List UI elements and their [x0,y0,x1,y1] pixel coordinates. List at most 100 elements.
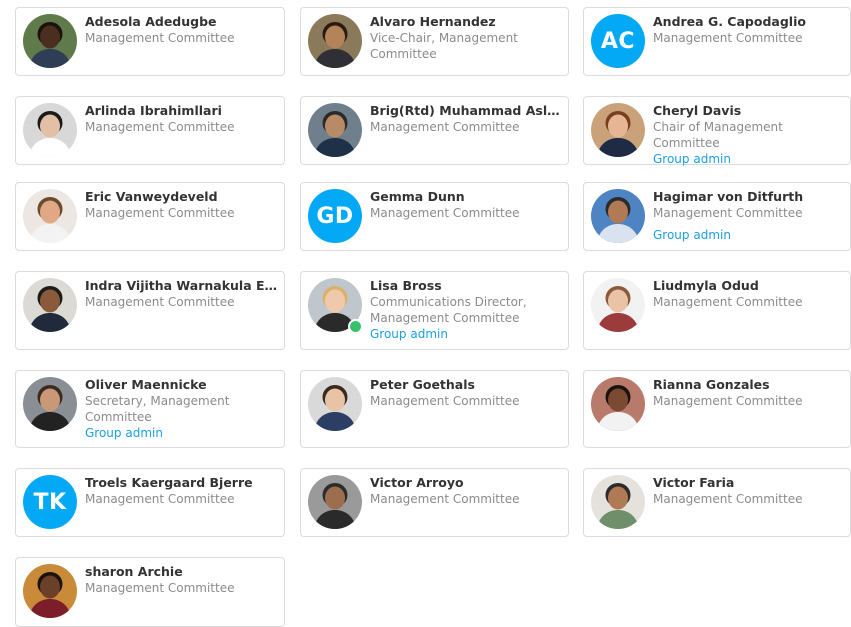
member-card[interactable]: Alvaro Hernandez Vice-Chair, Management C… [300,7,569,76]
member-info: Alvaro Hernandez Vice-Chair, Management C… [370,14,564,62]
member-info: Victor Arroyo Management Committee [370,475,564,507]
member-role: Management Committee [370,120,520,134]
member-avatar[interactable] [23,14,77,68]
member-role: Management Committee [370,206,520,220]
avatar-initials-text: GD [316,203,354,229]
member-card[interactable]: AC Andrea G. Capodaglio Management Committ… [583,7,851,76]
member-avatar[interactable] [591,278,645,332]
group-admin-badge: Group admin [653,152,731,166]
member-card[interactable]: GD Gemma Dunn Management Committee [300,182,569,251]
member-name[interactable]: Liudmyla Odud [653,278,846,294]
member-name[interactable]: sharon Archie [85,564,280,580]
member-info: Eric Vanweydeveld Management Committee [85,189,280,221]
member-card[interactable]: Arlinda Ibrahimllari Management Committee [15,96,285,165]
member-name[interactable]: Victor Arroyo [370,475,564,491]
member-role: Management Committee [85,492,235,506]
member-card[interactable]: Victor Faria Management Committee [583,468,851,537]
member-name[interactable]: Adesola Adedugbe [85,14,280,30]
member-role: Management Committee [370,492,520,506]
member-card[interactable]: Victor Arroyo Management Committee [300,468,569,537]
member-avatar-initials[interactable]: AC [591,14,645,68]
member-name[interactable]: Oliver Maennicke [85,377,280,393]
member-role: Secretary, Management Committee [85,394,230,424]
avatar-initials-text: AC [600,28,636,54]
member-info: Hagimar von Ditfurth Management Committee… [653,189,846,243]
member-name[interactable]: Eric Vanweydeveld [85,189,280,205]
member-avatar-initials[interactable]: GD [308,189,362,243]
group-admin-badge: Group admin [85,426,163,440]
member-avatar[interactable] [591,103,645,157]
member-card[interactable]: Adesola Adedugbe Management Committee [15,7,285,76]
member-role: Management Committee [653,394,803,408]
member-info: Lisa Bross Communications Director, Manag… [370,278,564,342]
member-info: Peter Goethals Management Committee [370,377,564,409]
member-avatar[interactable] [23,564,77,618]
member-name[interactable]: Arlinda Ibrahimllari [85,103,280,119]
member-info: Liudmyla Odud Management Committee [653,278,846,310]
member-card[interactable]: Eric Vanweydeveld Management Committee [15,182,285,251]
member-role: Management Committee [653,492,803,506]
member-card[interactable]: Brig(Rtd) Muhammad Aslam Management Commi… [300,96,569,165]
member-role: Management Committee [85,581,235,595]
member-role: Management Committee [85,120,235,134]
member-card[interactable]: Lisa Bross Communications Director, Manag… [300,271,569,350]
member-role: Management Committee [653,295,803,309]
member-name[interactable]: Hagimar von Ditfurth [653,189,846,205]
member-avatar[interactable] [308,475,362,529]
member-info: Oliver Maennicke Secretary, Management Co… [85,377,280,441]
member-info: Gemma Dunn Management Committee [370,189,564,221]
member-card[interactable]: sharon Archie Management Committee [15,557,285,627]
avatar-initials-text: TK [33,489,67,515]
member-card[interactable]: TK Troels Kaergaard Bjerre Management Comm… [15,468,285,537]
group-admin-badge: Group admin [653,228,731,242]
member-name[interactable]: Gemma Dunn [370,189,564,205]
member-info: Rianna Gonzales Management Committee [653,377,846,409]
member-role: Management Committee [653,31,803,45]
member-card[interactable]: Peter Goethals Management Committee [300,370,569,448]
member-avatar-initials[interactable]: TK [23,475,77,529]
member-name[interactable]: Alvaro Hernandez [370,14,564,30]
member-card[interactable]: Cheryl Davis Chair of Management Committe… [583,96,851,167]
member-name[interactable]: Peter Goethals [370,377,564,393]
member-avatar[interactable] [591,377,645,431]
member-name[interactable]: Victor Faria [653,475,846,491]
member-info: Indra Vijitha Warnakula Ediri...Manageme… [85,278,280,310]
member-card[interactable]: Liudmyla Odud Management Committee [583,271,851,350]
member-name[interactable]: Cheryl Davis [653,103,846,119]
member-role: Management Committee [85,295,235,309]
member-role: Management Committee [653,206,803,220]
member-avatar[interactable] [308,377,362,431]
member-info: sharon Archie Management Committee [85,564,280,596]
member-role: Management Committee [85,31,235,45]
member-card[interactable]: Hagimar von Ditfurth Management Committee… [583,182,851,251]
member-info: Troels Kaergaard Bjerre Management Commit… [85,475,280,507]
member-avatar[interactable] [23,377,77,431]
member-info: Adesola Adedugbe Management Committee [85,14,280,46]
member-avatar[interactable] [591,475,645,529]
member-name[interactable]: Troels Kaergaard Bjerre [85,475,280,491]
member-avatar[interactable] [23,278,77,332]
member-avatar[interactable] [23,189,77,243]
member-name[interactable]: Lisa Bross [370,278,564,294]
member-info: Cheryl Davis Chair of Management Committe… [653,103,846,167]
online-status-indicator [348,319,363,334]
member-name[interactable]: Brig(Rtd) Muhammad Aslam [370,103,564,119]
member-avatar[interactable] [308,14,362,68]
member-role: Management Committee [370,394,520,408]
member-info: Victor Faria Management Committee [653,475,846,507]
member-info: Andrea G. Capodaglio Management Committee [653,14,846,46]
member-name[interactable]: Andrea G. Capodaglio [653,14,846,30]
group-admin-badge: Group admin [370,327,448,341]
member-role: Communications Director, Management Comm… [370,295,527,325]
member-avatar[interactable] [591,189,645,243]
member-avatar[interactable] [308,103,362,157]
member-card[interactable]: Rianna Gonzales Management Committee [583,370,851,448]
member-name[interactable]: Indra Vijitha Warnakula Ediri... [85,278,280,294]
member-name[interactable]: Rianna Gonzales [653,377,846,393]
member-info: Brig(Rtd) Muhammad Aslam Management Commi… [370,103,564,135]
member-card[interactable]: Oliver Maennicke Secretary, Management Co… [15,370,285,448]
member-card[interactable]: Indra Vijitha Warnakula Ediri...Manageme… [15,271,285,350]
member-role: Management Committee [85,206,235,220]
member-avatar[interactable] [23,103,77,157]
member-info: Arlinda Ibrahimllari Management Committee [85,103,280,135]
